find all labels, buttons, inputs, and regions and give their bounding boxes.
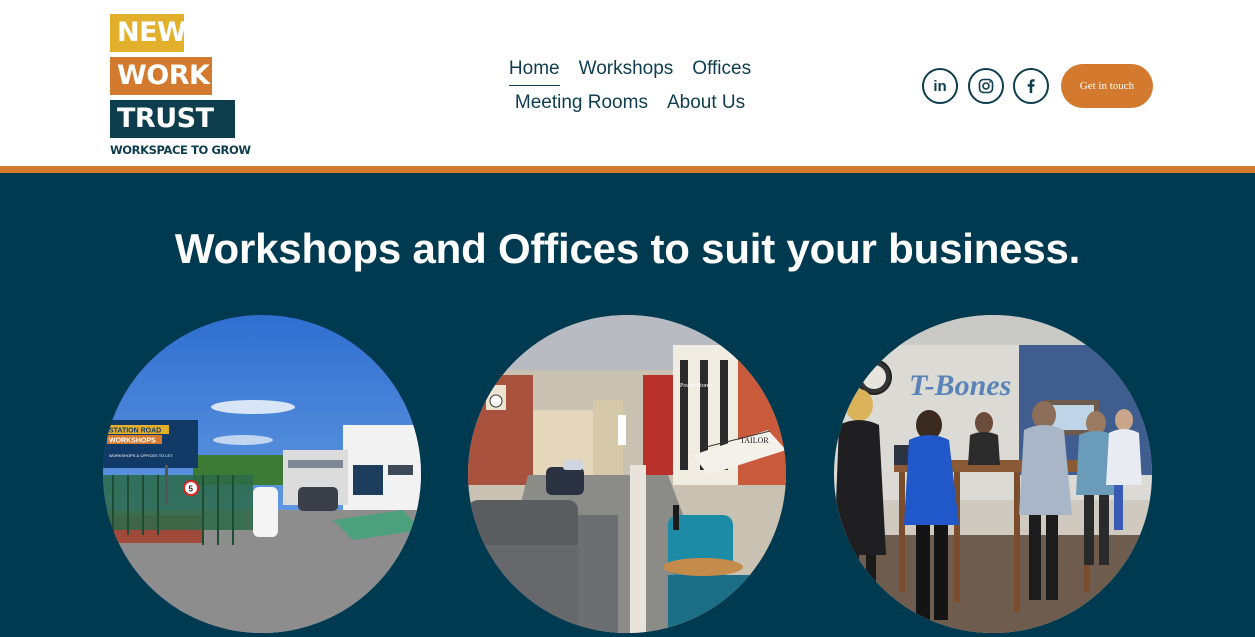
photo-office-lounge-mural: TAILOR Pound Stores (468, 315, 786, 633)
linkedin-text: in (933, 77, 947, 95)
site-header: NEW WORK TRUST WORKSPACE TO GROW Home Wo… (0, 0, 1255, 166)
logo-tagline: WORKSPACE TO GROW (110, 143, 251, 157)
hero-section: Workshops and Offices to suit your busin… (0, 173, 1255, 637)
facebook-glyph (1027, 79, 1035, 93)
logo-trust: TRUST (110, 100, 235, 138)
networking-event-image: T-Bones (834, 315, 1152, 633)
instagram-glyph (978, 78, 994, 94)
main-nav: Home Workshops Offices Meeting Rooms Abo… (490, 56, 770, 124)
header-divider (0, 166, 1255, 173)
station-road-sign-line3: WORKSHOPS & OFFICES TO LET (109, 453, 173, 458)
logo-work: WORK (110, 57, 212, 95)
photo-station-road-workshops: STATION ROAD WORKSHOPS WORKSHOPS & OFFIC… (103, 315, 421, 633)
nav-row-2: Meeting Rooms About Us (490, 90, 770, 124)
hero-heading: Workshops and Offices to suit your busin… (174, 225, 1081, 272)
nav-workshops[interactable]: Workshops (579, 56, 674, 86)
station-road-sign-line1: STATION ROAD (109, 428, 161, 435)
get-in-touch-button[interactable]: Get in touch (1061, 64, 1153, 108)
mural-shop-sign-tailor: TAILOR (740, 436, 769, 445)
nav-home[interactable]: Home (508, 56, 560, 86)
instagram-icon[interactable] (968, 68, 1004, 104)
facebook-icon[interactable] (1013, 68, 1049, 104)
logo-new: NEW (110, 14, 187, 52)
nav-offices[interactable]: Offices (692, 56, 751, 86)
station-road-sign-line2: WORKSHOPS (109, 438, 156, 445)
speed-limit-sign: 5 (189, 485, 194, 494)
office-lounge-image: TAILOR Pound Stores (468, 315, 786, 633)
new-work-trust-logo[interactable]: NEW WORK TRUST WORKSPACE TO GROW (110, 14, 251, 158)
nav-meeting-rooms[interactable]: Meeting Rooms (515, 90, 648, 120)
nav-row-1: Home Workshops Offices (490, 56, 770, 90)
linkedin-icon[interactable]: in (922, 68, 958, 104)
station-road-image: STATION ROAD WORKSHOPS WORKSHOPS & OFFIC… (103, 315, 421, 633)
photo-networking-event: T-Bones (834, 315, 1152, 633)
nav-about-us[interactable]: About Us (667, 90, 745, 120)
mural-shop-sign-pound: Pound Stores (680, 383, 713, 389)
mural-t-bones: T-Bones (909, 369, 1011, 402)
